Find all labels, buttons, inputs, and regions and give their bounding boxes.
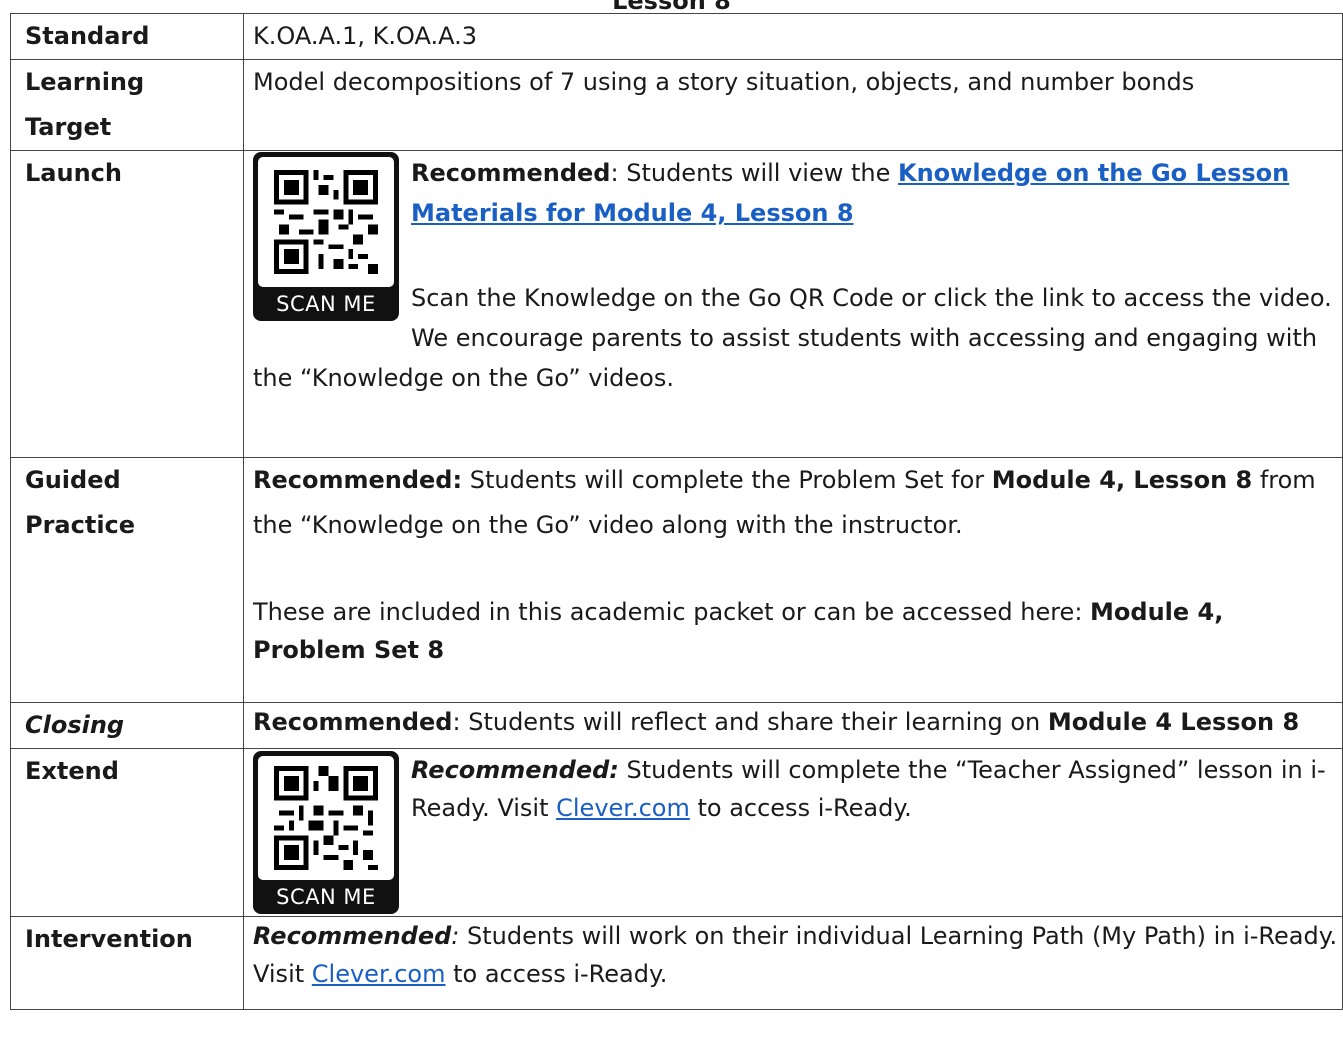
guided-rec-label: Recommended:	[253, 466, 463, 494]
clever-link-intervention[interactable]: Clever.com	[312, 960, 446, 988]
closing-rec-label: Recommended	[253, 708, 453, 736]
learning-target-label-line1: Learning	[25, 68, 145, 96]
qr-code-launch-image	[258, 157, 394, 287]
guided-recommended: Recommended: Students will complete the …	[253, 458, 1340, 548]
row-guided-practice: Guided Practice Recommended: Students wi…	[10, 457, 1343, 703]
qr-pattern-icon	[274, 170, 378, 274]
row-standard: Standard K.OA.A.1, K.OA.A.3	[10, 13, 1343, 60]
intervention-rec-label: Recommended	[253, 922, 452, 950]
intervention-label: Intervention	[10, 916, 244, 1010]
row-launch: Launch SCAN ME Recommended: Students wil…	[10, 150, 1343, 458]
launch-recommended: Recommended: Students will view the Know…	[253, 151, 1340, 233]
closing-bold: Module 4 Lesson 8	[1047, 708, 1300, 736]
guided-para2: These are included in this academic pack…	[253, 598, 1091, 626]
qr-scan-caption: SCAN ME	[276, 292, 376, 316]
qr-code-extend[interactable]: SCAN ME	[253, 751, 399, 914]
guided-bold-module: Module 4, Lesson 8	[991, 466, 1253, 494]
learning-target-label: Learning Target	[10, 59, 244, 151]
lesson-page: Lesson 8 Standard K.OA.A.1, K.OA.A.3 Lea…	[0, 0, 1343, 1053]
launch-label: Launch	[10, 150, 244, 458]
row-intervention: Intervention Recommended: Students will …	[10, 916, 1343, 1010]
launch-instructions: Scan the Knowledge on the Go QR Code or …	[253, 284, 1332, 392]
row-closing: Closing Recommended: Students will refle…	[10, 702, 1343, 749]
qr-scan-caption: SCAN ME	[276, 885, 376, 909]
launch-rec-label: Recommended	[411, 159, 611, 187]
closing-content: Recommended: Students will reflect and s…	[243, 702, 1343, 749]
qr-code-launch[interactable]: SCAN ME	[253, 152, 399, 321]
guided-practice-content: Recommended: Students will complete the …	[243, 457, 1343, 703]
launch-spacer	[253, 233, 1340, 278]
guided-text1: Students will complete the Problem Set f…	[462, 466, 992, 494]
standard-label: Standard	[10, 13, 244, 60]
launch-content: SCAN ME Recommended: Students will view …	[243, 150, 1343, 458]
guided-practice-label: Guided Practice	[10, 457, 244, 703]
extend-text2: to access i-Ready.	[689, 794, 912, 822]
learning-target-label-line2: Target	[25, 113, 112, 141]
guided-spacer	[253, 548, 1340, 593]
guided-packet-note: These are included in this academic pack…	[253, 593, 1340, 669]
clever-link-extend[interactable]: Clever.com	[556, 794, 690, 822]
row-learning-target: Learning Target Model decompositions of …	[10, 59, 1343, 151]
lesson-plan-table: Standard K.OA.A.1, K.OA.A.3 Learning Tar…	[10, 13, 1343, 1010]
closing-text: : Students will reflect and share their …	[452, 708, 1048, 736]
extend-content: SCAN ME Recommended: Students will compl…	[243, 748, 1343, 917]
learning-target-text: Model decompositions of 7 using a story …	[243, 59, 1343, 151]
closing-label: Closing	[10, 702, 244, 749]
extend-recommended: Recommended: Students will complete the …	[253, 749, 1340, 827]
qr-pattern-icon	[274, 766, 378, 870]
row-extend: Extend SCAN ME Recommended: Students wil…	[10, 748, 1343, 917]
qr-code-extend-image	[258, 756, 394, 880]
guided-label-line2: Practice	[25, 511, 136, 539]
extend-label: Extend	[10, 748, 244, 917]
intervention-text2: to access i-Ready.	[445, 960, 668, 988]
extend-rec-label: Recommended:	[411, 756, 619, 784]
intervention-content: Recommended: Students will work on their…	[243, 916, 1343, 1010]
guided-label-line1: Guided	[25, 466, 121, 494]
launch-rec-text: : Students will view the	[610, 159, 898, 187]
standard-value: K.OA.A.1, K.OA.A.3	[243, 13, 1343, 60]
